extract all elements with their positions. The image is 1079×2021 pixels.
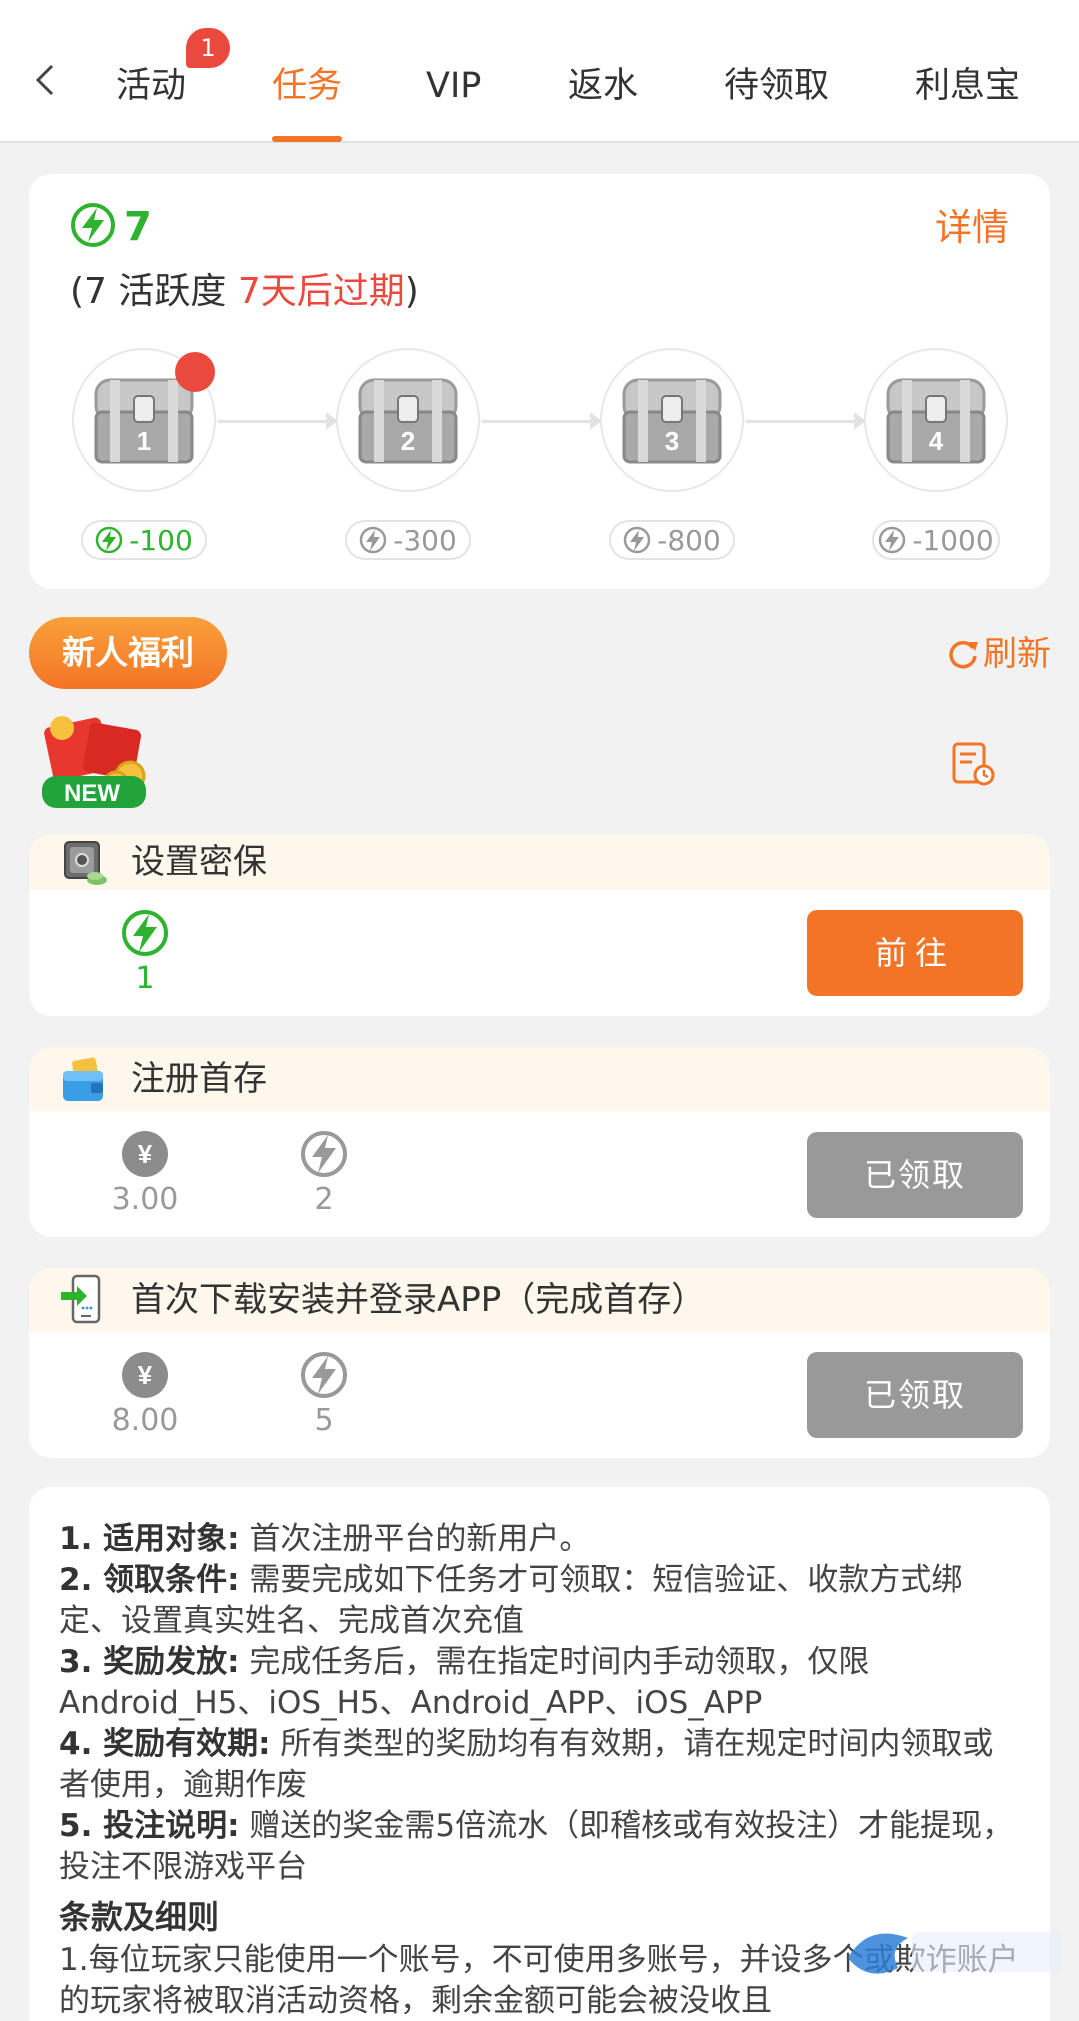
chest-cost-1: -100 <box>81 520 207 560</box>
tab-interest[interactable]: 利息宝 <box>915 64 1020 108</box>
chest-notification-dot <box>175 352 215 392</box>
cost-value: -300 <box>393 523 457 557</box>
tab-activity-badge: 1 <box>186 28 230 68</box>
rule-head: 1. 适用对象: <box>59 1521 240 1557</box>
tab-pending[interactable]: 待领取 <box>724 64 829 108</box>
chest-cost-3: -800 <box>609 520 735 560</box>
bolt-icon <box>95 526 123 554</box>
wallet-icon <box>63 1057 103 1101</box>
reward-value: 3.00 <box>111 1182 179 1217</box>
chest-number: 4 <box>929 426 944 456</box>
reward-value: 8.00 <box>111 1403 179 1438</box>
phone-download-icon <box>61 1274 101 1324</box>
svg-text:¥: ¥ <box>138 1360 153 1390</box>
rule-item: 1. 适用对象: 首次注册平台的新用户。 <box>59 1519 1020 1560</box>
tab-rebate[interactable]: 返水 <box>568 64 638 108</box>
chest-number: 3 <box>665 426 679 456</box>
reward-bolt: 2 <box>284 1129 364 1219</box>
svg-text:¥: ¥ <box>138 1139 153 1169</box>
progress-line <box>218 420 328 423</box>
chest-2[interactable]: 2 <box>336 348 480 492</box>
active-tab-indicator <box>272 136 342 142</box>
claimed-button[interactable]: 已领取 <box>807 1352 1023 1438</box>
details-link[interactable]: 详情 <box>935 204 1009 252</box>
tab-tasks[interactable]: 任务 <box>272 64 342 108</box>
record-icon[interactable] <box>950 742 996 788</box>
reward-bolt: 1 <box>105 908 185 998</box>
reward-cash: ¥ 3.00 <box>105 1129 185 1219</box>
bolt-icon <box>301 1131 347 1177</box>
task-title: 首次下载安装并登录APP（完成首存） <box>131 1280 706 1320</box>
yen-coin-icon: ¥ <box>122 1352 168 1398</box>
safe-icon <box>64 841 107 885</box>
refresh-icon <box>949 640 978 669</box>
progress-line <box>482 420 592 423</box>
cost-value: -1000 <box>912 523 994 557</box>
rule-text: 首次注册平台的新用户。 <box>239 1521 591 1557</box>
cost-value: -100 <box>129 523 193 557</box>
claimed-button[interactable]: 已领取 <box>807 1132 1023 1218</box>
task-card-security: 设置密保 1 前往 <box>29 834 1050 1016</box>
watermark-logo <box>848 1932 1062 1974</box>
rule-head: 3. 奖励发放: <box>59 1644 240 1680</box>
treasure-chest-icon: 4 <box>886 378 986 464</box>
activity-text: 7 活跃度 <box>84 271 238 312</box>
bolt-icon <box>879 526 906 554</box>
refresh-label: 刷新 <box>983 634 1051 674</box>
chest-number: 2 <box>401 426 415 456</box>
bolt-icon <box>301 1352 347 1398</box>
task-title: 注册首存 <box>131 1059 267 1099</box>
chest-number: 1 <box>137 426 151 456</box>
rule-item: 3. 奖励发放: 完成任务后，需在指定时间内手动领取，仅限Android_H5、… <box>59 1642 1020 1724</box>
rule-item: 4. 奖励有效期: 所有类型的奖励均有有效期，请在规定时间内领取或者使用，逾期作… <box>59 1724 1020 1806</box>
top-nav: 活动 1 任务 VIP 返水 待领取 利息宝 <box>0 0 1079 143</box>
chest-3[interactable]: 3 <box>600 348 744 492</box>
new-gift-icon: NEW <box>42 716 146 808</box>
activity-summary: (7 活跃度 7天后过期) <box>70 268 419 316</box>
rule-head: 5. 投注说明: <box>59 1808 240 1844</box>
chest-4[interactable]: 4 <box>864 348 1008 492</box>
chest-cost-4: -1000 <box>872 520 1000 560</box>
rule-item: 2. 领取条件: 需要完成如下任务才可领取：短信验证、收款方式绑定、设置真实姓名… <box>59 1560 1020 1642</box>
rule-item: 5. 投注说明: 赠送的奖金需5倍流水（即稽核或有效投注）才能提现，投注不限游戏… <box>59 1806 1020 1888</box>
bolt-icon <box>71 203 115 247</box>
task-card-first-deposit: 注册首存 ¥ 3.00 2 已领取 <box>29 1047 1050 1237</box>
tab-activity[interactable]: 活动 <box>116 64 186 108</box>
tab-vip[interactable]: VIP <box>426 64 481 108</box>
new-badge-text: NEW <box>64 780 120 807</box>
back-arrow-icon[interactable] <box>30 62 60 98</box>
rule-head: 2. 领取条件: <box>59 1562 240 1598</box>
reward-value: 2 <box>314 1182 334 1217</box>
treasure-chest-icon: 2 <box>358 378 458 464</box>
activity-points: 7 <box>124 204 152 250</box>
task-title: 设置密保 <box>131 842 267 882</box>
treasure-chest-icon: 3 <box>622 378 722 464</box>
reward-value: 1 <box>135 961 155 996</box>
rule-head: 4. 奖励有效期: <box>59 1726 271 1762</box>
reward-value: 5 <box>314 1403 334 1438</box>
bolt-icon <box>359 526 387 554</box>
newbie-benefits-button[interactable]: 新人福利 <box>29 617 227 689</box>
expire-text: 7天后过期 <box>237 271 405 312</box>
paren-open: ( <box>70 271 85 312</box>
bolt-icon <box>122 910 168 956</box>
paren-close: ) <box>404 271 419 312</box>
progress-line <box>746 420 856 423</box>
yen-coin-icon: ¥ <box>122 1131 168 1177</box>
reward-bolt: 5 <box>284 1350 364 1440</box>
refresh-button[interactable]: 刷新 <box>945 632 1051 676</box>
task-card-app-login: 首次下载安装并登录APP（完成首存） ¥ 8.00 5 已领取 <box>29 1268 1050 1458</box>
bolt-icon <box>623 526 651 554</box>
go-button[interactable]: 前往 <box>807 910 1023 996</box>
chest-cost-2: -300 <box>345 520 471 560</box>
cost-value: -800 <box>657 523 721 557</box>
reward-cash: ¥ 8.00 <box>105 1350 185 1440</box>
